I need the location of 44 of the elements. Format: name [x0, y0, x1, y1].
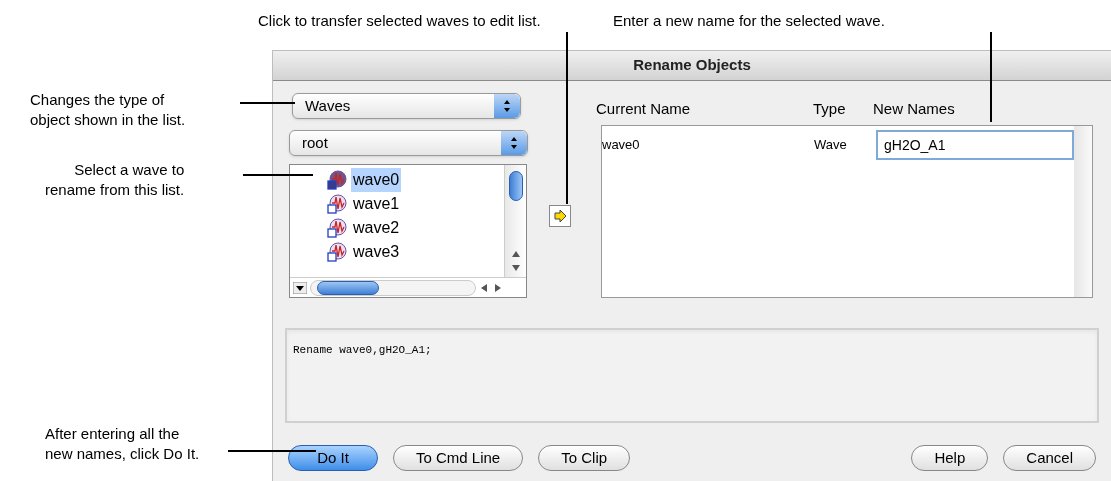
column-header: New Names	[873, 98, 955, 119]
wave-icon	[327, 170, 347, 190]
scroll-thumb[interactable]	[508, 171, 523, 201]
scroll-down-icon[interactable]	[510, 263, 521, 273]
callout-text: After entering all the new names, click Do It.	[45, 424, 200, 464]
scroll-left-icon[interactable]	[480, 282, 488, 293]
wave-list-item[interactable]: wave1	[290, 192, 504, 216]
wave-icon	[327, 218, 347, 238]
column-header: Type	[813, 98, 847, 119]
wave-list-item[interactable]: wave3	[290, 240, 504, 264]
callout-text: Click to transfer selected waves to edit list.	[258, 11, 541, 31]
stepper-icon	[501, 131, 527, 155]
scroll-up-icon[interactable]	[510, 249, 521, 259]
transfer-button[interactable]	[549, 205, 571, 227]
dialog-button[interactable]: To Clip	[538, 445, 631, 471]
vertical-scrollbar[interactable]	[504, 165, 526, 277]
horizontal-scrollbar[interactable]	[310, 279, 476, 296]
wave-list-item[interactable]: wave0	[290, 168, 504, 192]
stepper-icon	[494, 94, 520, 118]
scroll-right-icon[interactable]	[494, 282, 502, 293]
table-cell-text: wave0	[602, 136, 641, 155]
window-title: Rename Objects	[633, 55, 751, 76]
dialog-button[interactable]: To Cmd Line	[393, 445, 524, 471]
leader-line	[240, 102, 295, 104]
popup-menu[interactable]: Waves	[292, 93, 521, 119]
command-text: Rename wave0,gH2O_A1;	[293, 344, 432, 356]
wave-icon	[327, 194, 347, 214]
dialog-button[interactable]: Cancel	[1003, 445, 1096, 471]
dropdown-arrow-icon[interactable]	[293, 281, 307, 294]
callout-text: Changes the type of object shown in the list.	[30, 90, 186, 130]
popup-menu[interactable]: root	[289, 130, 528, 156]
arrow-right-icon	[553, 209, 567, 223]
callout-text: Select a wave to rename from this list.	[45, 160, 185, 200]
wave-icon	[327, 242, 347, 262]
dialog-button[interactable]: Do It	[288, 445, 378, 471]
name-input-field[interactable]: gH2O_A1	[876, 130, 1074, 160]
scroll-thumb[interactable]	[317, 280, 379, 295]
table-cell-text: Wave	[814, 136, 848, 155]
dialog-button[interactable]: Help	[911, 445, 989, 471]
wave-list-item[interactable]: wave2	[290, 216, 504, 240]
command-box[interactable]: Rename wave0,gH2O_A1;	[285, 328, 1099, 423]
column-header: Current Name	[595, 98, 692, 119]
callout-text: Enter a new name for the selected wave.	[613, 11, 885, 31]
leader-line	[243, 174, 313, 176]
